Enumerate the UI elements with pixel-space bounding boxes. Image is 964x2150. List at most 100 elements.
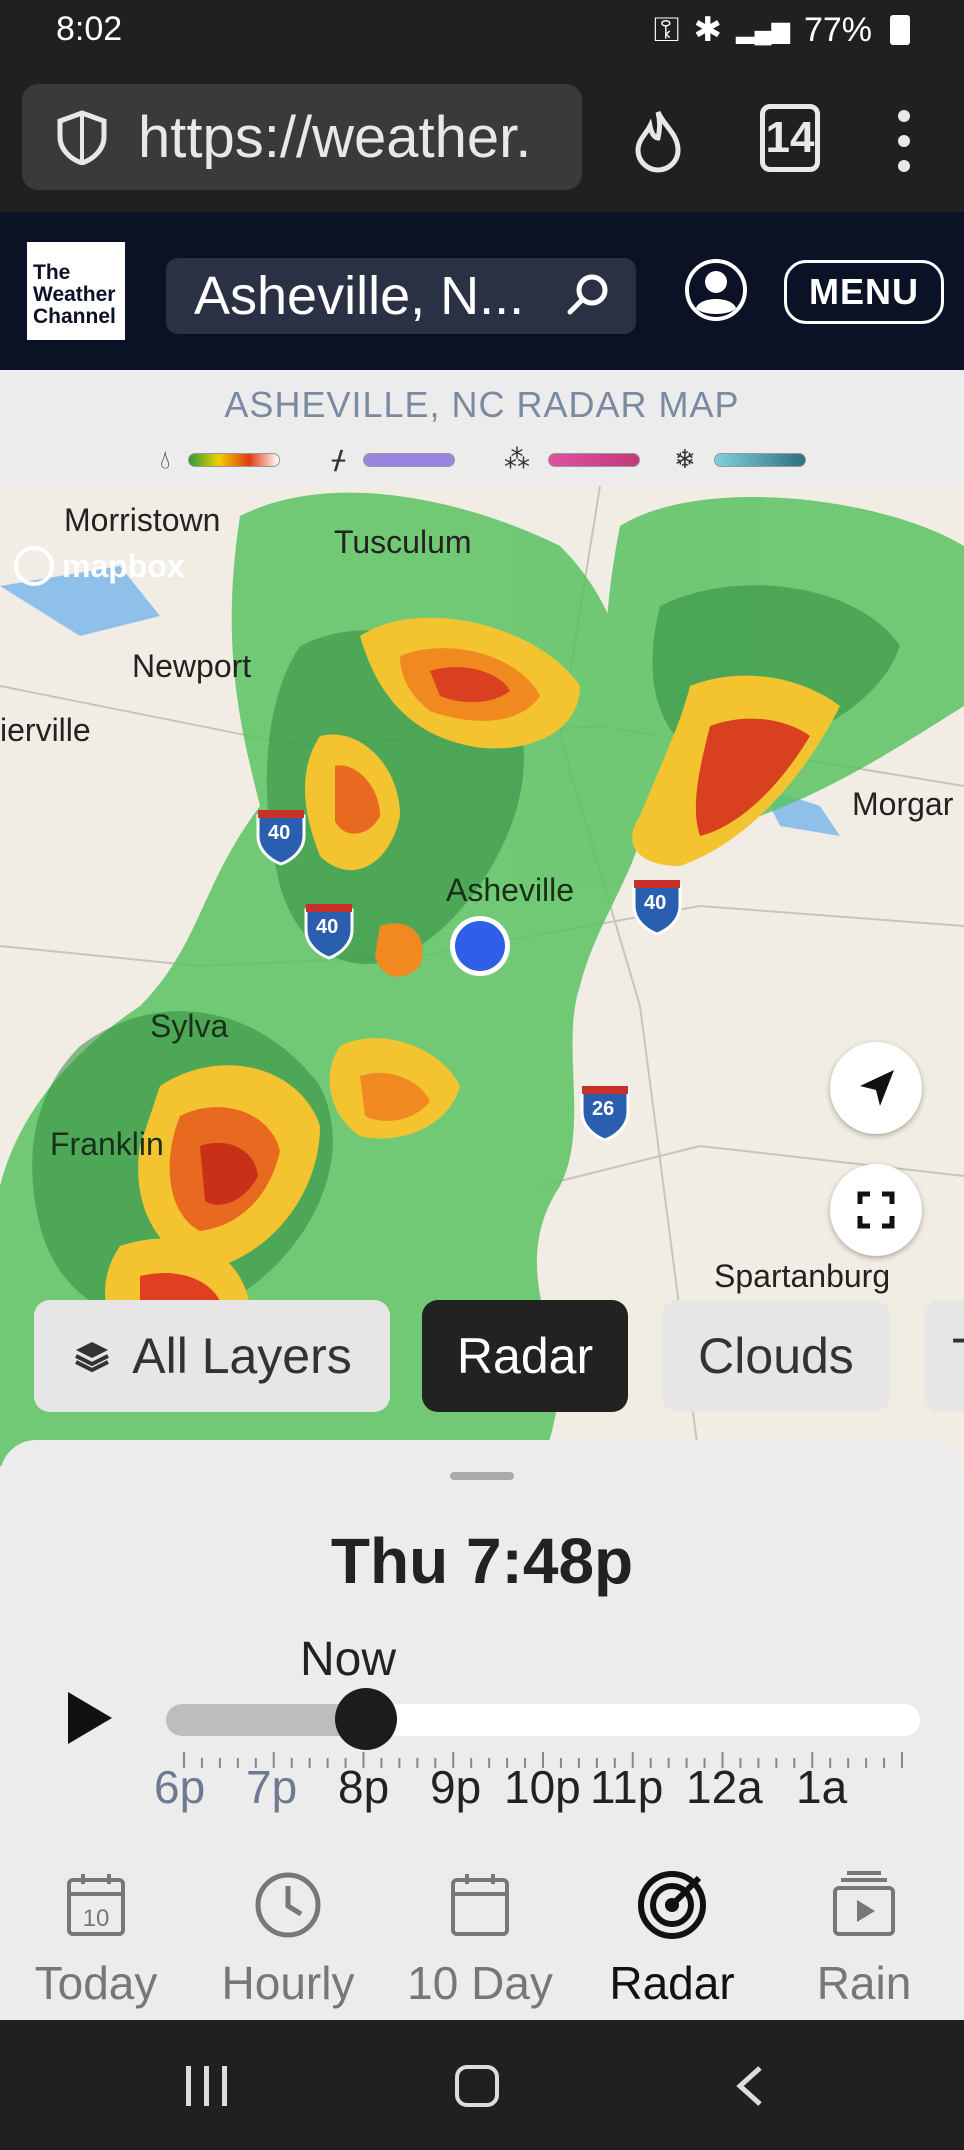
- nav-10-day[interactable]: 10 Day: [384, 1850, 576, 2020]
- mapbox-attribution[interactable]: mapbox: [14, 546, 185, 586]
- city-label: Morgar: [852, 786, 954, 822]
- calendar-today-icon: 10: [67, 1874, 125, 1936]
- more-layers-chip[interactable]: T: [924, 1300, 964, 1412]
- legend-bar-mix: [548, 452, 640, 467]
- nav-hourly[interactable]: Hourly: [192, 1850, 384, 2020]
- status-bar: 8:02 ⚿ ✱ ▂▄▆ 77%: [0, 0, 964, 62]
- city-label: Asheville: [446, 872, 575, 908]
- ice-icon: ᚋ: [332, 444, 345, 474]
- play-icon[interactable]: [66, 1690, 114, 1746]
- hour-label: 1a: [796, 1761, 848, 1813]
- nav-label: 10 Day: [407, 1957, 553, 2009]
- city-label: Morristown: [64, 502, 221, 538]
- layer-chips: All Layers Radar Clouds T: [0, 1300, 964, 1416]
- radar-title-bar: ASHEVILLE, NC RADAR MAP 💧︎ ᚋ ⁂ ❄: [0, 370, 964, 486]
- system-navigation-bar: [0, 2020, 964, 2150]
- logo-line: Weather: [33, 283, 116, 306]
- hour-label: 10p: [504, 1761, 581, 1813]
- clock-icon: [255, 1872, 321, 1938]
- legend-bar-ice: [362, 452, 455, 467]
- nav-label: Hourly: [221, 1957, 355, 2009]
- address-bar[interactable]: https://weather.: [22, 84, 582, 190]
- chip-label: T: [952, 1327, 964, 1385]
- nav-today[interactable]: 10 Today: [0, 1850, 192, 2020]
- interstate-label: 40: [268, 822, 291, 844]
- legend-rain: 💧︎: [160, 444, 281, 476]
- clouds-chip[interactable]: Clouds: [662, 1300, 890, 1412]
- battery-icon: [890, 15, 910, 45]
- bottom-navigation: 10 Today Hourly 10 Day Radar Rain: [0, 1850, 964, 2020]
- hour-label: 11p: [590, 1761, 664, 1813]
- location-search[interactable]: Asheville, N...: [166, 258, 636, 334]
- logo-line: The: [33, 261, 71, 284]
- sheet-handle[interactable]: [450, 1472, 514, 1480]
- radar-title: ASHEVILLE, NC RADAR MAP: [224, 384, 740, 425]
- nav-label: Today: [34, 1957, 158, 2009]
- account-icon[interactable]: [684, 258, 748, 322]
- status-time: 8:02: [56, 10, 123, 48]
- more-options-icon[interactable]: [898, 110, 910, 172]
- home-icon[interactable]: [454, 2064, 500, 2108]
- chip-label: All Layers: [132, 1328, 352, 1384]
- browser-toolbar: https://weather. 14: [0, 62, 964, 212]
- radar-chip[interactable]: Radar: [422, 1300, 628, 1412]
- radar-icon: [638, 1871, 706, 1939]
- timeline-scrubber[interactable]: [334, 1688, 397, 1750]
- bluetooth-icon: ✱: [693, 11, 723, 49]
- city-label: Franklin: [50, 1126, 164, 1162]
- city-label: Tusculum: [334, 524, 472, 560]
- key-icon: ⚿: [653, 10, 680, 49]
- interstate-label: 40: [316, 916, 339, 938]
- back-icon[interactable]: [730, 2064, 770, 2108]
- hour-label: 12a: [686, 1761, 763, 1813]
- hour-label: 7p: [246, 1761, 298, 1813]
- weather-channel-logo[interactable]: The Weather Channel: [27, 242, 125, 340]
- rain-drop-icon: 💧︎: [160, 444, 171, 474]
- city-label: Newport: [132, 648, 252, 684]
- shield-icon: [57, 110, 107, 165]
- hour-label: 6p: [154, 1761, 206, 1813]
- search-value: Asheville, N...: [194, 266, 525, 326]
- nav-rain[interactable]: Rain: [768, 1850, 960, 2020]
- search-icon: [567, 274, 608, 315]
- legend-bar-rain: [188, 453, 281, 467]
- tab-count-button[interactable]: 14: [760, 104, 820, 172]
- fullscreen-icon: [857, 1191, 895, 1229]
- site-header: The Weather Channel Asheville, N... MENU: [0, 212, 964, 370]
- radar-map[interactable]: 40 40 40 26 Morristown Tusculum Newport …: [0, 486, 964, 1466]
- battery-percent: 77%: [803, 10, 872, 49]
- recent-apps-icon[interactable]: [184, 2064, 230, 2108]
- snow-icon: ❄: [674, 444, 696, 474]
- current-frame-time: Thu 7:48p: [330, 1525, 634, 1597]
- locate-me-button[interactable]: [830, 1042, 922, 1134]
- logo-line: Channel: [33, 305, 116, 328]
- url-text: https://weather.: [138, 104, 532, 170]
- nav-radar[interactable]: Radar: [576, 1850, 768, 2020]
- legend-snow: ❄: [674, 444, 806, 475]
- fullscreen-button[interactable]: [830, 1164, 922, 1256]
- layers-icon: [75, 1342, 110, 1373]
- chip-label: Clouds: [698, 1328, 854, 1384]
- city-label: ierville: [0, 712, 91, 748]
- menu-button[interactable]: MENU: [784, 260, 944, 324]
- navigation-arrow-icon: [860, 1070, 894, 1106]
- mapbox-text: mapbox: [62, 547, 185, 584]
- nav-label: Radar: [609, 1957, 735, 2009]
- hour-label: 9p: [430, 1761, 482, 1813]
- legend-ice: ᚋ: [332, 444, 455, 475]
- hour-label: 8p: [338, 1761, 390, 1813]
- interstate-label: 26: [592, 1098, 615, 1120]
- city-label: Sylva: [150, 1008, 229, 1044]
- mix-icon: ⁂: [504, 444, 530, 474]
- nav-label: Rain: [816, 1957, 912, 2009]
- calendar-icon: [451, 1874, 509, 1936]
- chip-label: Radar: [456, 1328, 594, 1384]
- mapbox-logo-icon: [14, 546, 54, 586]
- now-label: Now: [300, 1633, 397, 1686]
- all-layers-chip[interactable]: All Layers: [34, 1300, 390, 1412]
- legend-bar-snow: [713, 452, 806, 467]
- video-icon: [833, 1871, 895, 1936]
- signal-icon: ▂▄▆: [736, 16, 790, 44]
- legend-mix: ⁂: [504, 444, 640, 475]
- flame-icon[interactable]: [630, 108, 686, 174]
